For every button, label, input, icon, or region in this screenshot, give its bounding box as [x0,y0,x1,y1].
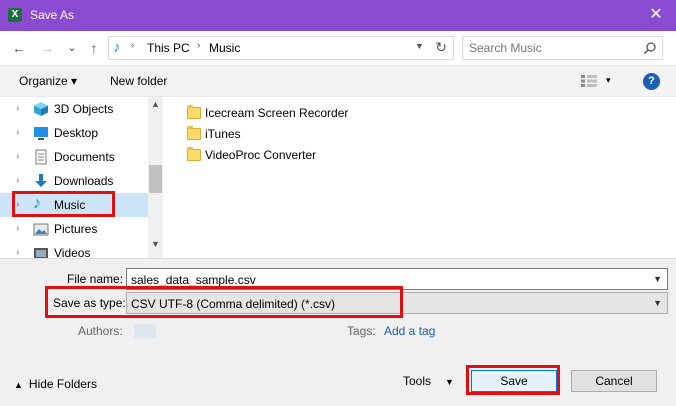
file-name-label: File name: [67,272,124,286]
folder-icon [187,126,201,140]
command-bar: Organize ▾ New folder ▾ ? [0,65,676,97]
authors-value[interactable] [134,324,156,338]
documents-icon [35,149,47,165]
list-item[interactable]: Icecream Screen Recorder [187,103,387,123]
downloads-icon [35,174,47,187]
music-icon: ♪ [113,39,121,56]
chevron-up-icon: ▲ [14,380,23,390]
expand-icon[interactable]: › [16,223,19,234]
forward-button[interactable]: → [38,39,56,57]
navigation-pane: › 3D Objects › Desktop › Documents › Dow… [0,97,163,258]
hide-folders-button[interactable]: ▲ Hide Folders [14,377,97,391]
excel-icon: X [8,8,22,22]
view-options-icon[interactable] [580,74,598,88]
music-highlight-box [12,191,115,217]
file-name-input[interactable] [131,272,631,287]
pictures-icon [33,223,49,236]
file-list: Icecream Screen Recorder iTunes VideoPro… [163,97,676,258]
breadcrumb-separator: › [197,40,201,51]
breadcrumb-music[interactable]: Music [209,41,240,55]
back-button[interactable]: ← [10,39,28,57]
address-bar[interactable]: ♪ › This PC › Music ▼ ↻ [108,36,454,60]
cancel-button[interactable]: Cancel [571,370,657,392]
expand-icon[interactable]: › [16,127,19,138]
nav-item-label: Downloads [54,174,114,188]
expand-icon[interactable]: › [16,247,19,258]
recent-locations-button[interactable]: ⌄ [63,39,81,57]
window-title: Save As [30,8,75,22]
nav-item-pictures[interactable]: › Pictures [0,217,148,241]
nav-item-desktop[interactable]: › Desktop [0,121,148,145]
save-options-panel: File name: ▼ Save as type: CSV UTF-8 (Co… [0,258,676,406]
address-dropdown-icon[interactable]: ▼ [415,41,424,51]
tools-label: Tools [403,374,432,388]
hide-folders-label: Hide Folders [28,377,97,391]
search-input[interactable] [469,40,629,56]
title-bar: X Save As ✕ [0,0,676,31]
nav-item-documents[interactable]: › Documents [0,145,148,169]
tools-button[interactable]: Tools ▼ [403,374,454,388]
nav-item-label: Pictures [54,222,98,236]
3d-objects-icon [34,102,48,116]
scroll-thumb[interactable] [149,165,162,193]
nav-item-3d-objects[interactable]: › 3D Objects [0,97,148,121]
nav-item-label: Desktop [54,126,99,140]
nav-item-label: Videos [54,246,91,258]
refresh-icon[interactable]: ↻ [435,39,447,56]
new-folder-button[interactable]: New folder [110,74,167,88]
nav-item-videos[interactable]: › Videos [0,241,148,258]
authors-label: Authors: [78,324,123,338]
videos-icon [34,248,48,258]
save-highlight-box [466,365,560,395]
list-item[interactable]: VideoProc Converter [187,145,387,165]
expand-icon[interactable]: › [16,103,19,114]
nav-scrollbar[interactable]: ▲ ▼ [148,97,163,258]
organize-button[interactable]: Organize ▾ [19,74,77,88]
chevron-down-icon[interactable]: ▼ [653,298,662,308]
view-dropdown-icon[interactable]: ▾ [606,75,611,86]
chevron-down-icon: ▼ [445,377,454,387]
help-button[interactable]: ? [643,73,660,90]
folder-icon [187,105,201,119]
file-name: VideoProc Converter [205,148,317,162]
breadcrumb-this-pc[interactable]: This PC [147,41,190,55]
add-tag-link[interactable]: Add a tag [384,324,435,338]
nav-item-downloads[interactable]: › Downloads [0,169,148,193]
close-button[interactable]: ✕ [636,0,676,31]
expand-icon[interactable]: › [16,175,19,186]
search-box [462,36,663,60]
tags-label: Tags: [347,324,376,338]
list-item[interactable]: iTunes [187,124,387,144]
scroll-down-icon[interactable]: ▼ [151,239,160,249]
scroll-up-icon[interactable]: ▲ [151,99,160,109]
nav-item-label: Documents [54,150,115,164]
up-button[interactable]: ↑ [85,39,103,57]
address-row: ← → ⌄ ↑ ♪ › This PC › Music ▼ ↻ [0,31,676,65]
chevron-down-icon[interactable]: ▼ [653,274,662,284]
nav-item-label: 3D Objects [54,102,114,116]
desktop-icon [34,127,48,140]
file-name: Icecream Screen Recorder [205,106,349,120]
search-icon[interactable] [643,41,657,55]
file-name: iTunes [205,127,241,141]
expand-icon[interactable]: › [16,151,19,162]
folder-icon [187,147,201,161]
breadcrumb-separator: › [131,40,135,51]
save-type-highlight-box [45,286,403,318]
